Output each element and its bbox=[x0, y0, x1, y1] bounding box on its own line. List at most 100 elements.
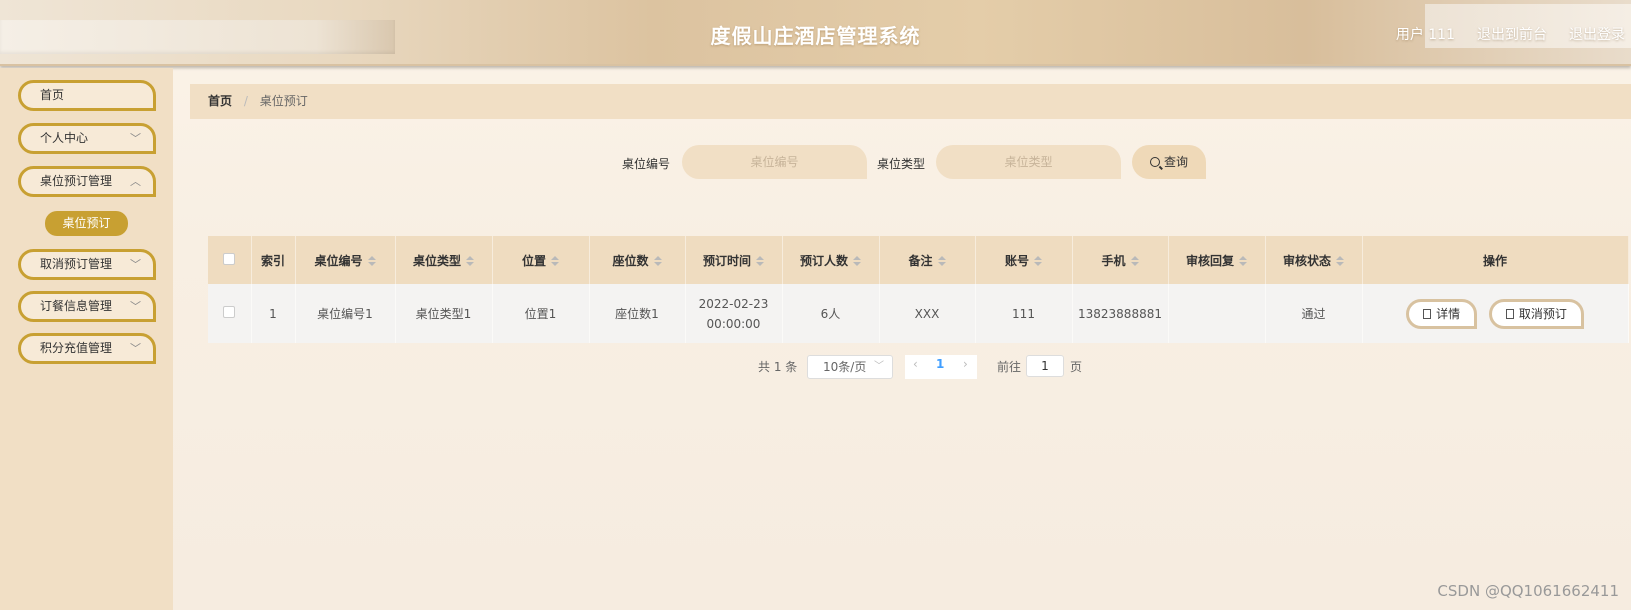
chevron-down-icon: ﹀ bbox=[130, 300, 141, 313]
user-name: 用户 111 bbox=[1395, 27, 1455, 43]
sort-icon[interactable] bbox=[551, 256, 559, 266]
col-header-label: 桌位类型 bbox=[412, 253, 461, 268]
sort-icon[interactable] bbox=[1336, 256, 1344, 266]
page-unit-label: 页 bbox=[1070, 360, 1083, 374]
col-header-label: 审核回复 bbox=[1185, 253, 1234, 268]
breadcrumb: 首页 / 桌位预订 bbox=[190, 84, 1631, 119]
col-header-reply[interactable]: 审核回复 bbox=[1168, 236, 1266, 284]
search-icon bbox=[1149, 157, 1160, 167]
header-links: 用户 111 退出到前台 退出登录 bbox=[1396, 24, 1625, 44]
cancel-booking-button[interactable]: 取消预订 bbox=[1488, 298, 1584, 329]
sidebar-item-label: 取消预订管理 bbox=[40, 257, 113, 271]
col-header-label: 座位数 bbox=[612, 253, 649, 268]
col-header-label: 账号 bbox=[1004, 253, 1029, 268]
select-all-checkbox[interactable] bbox=[223, 252, 236, 265]
booking-table: 索引 桌位编号 桌位类型 位置 座位数 预订时间 预订人数 备注 账号 手机 审… bbox=[208, 236, 1629, 343]
sidebar-item-cancel-booking[interactable]: 取消预订管理 ﹀ bbox=[18, 249, 156, 280]
col-header-label: 备注 bbox=[908, 253, 933, 268]
sort-icon[interactable] bbox=[937, 256, 946, 266]
cell-people: 6人 bbox=[782, 284, 880, 343]
sort-icon[interactable] bbox=[756, 256, 764, 266]
page-size-select[interactable]: 10条/页 ﹀ bbox=[807, 355, 893, 379]
prev-page-icon[interactable]: ‹ bbox=[913, 357, 918, 371]
cell-account: 111 bbox=[975, 284, 1073, 343]
col-header-people[interactable]: 预订人数 bbox=[782, 236, 880, 284]
col-header-position[interactable]: 位置 bbox=[492, 236, 590, 284]
col-header-label: 审核状态 bbox=[1282, 253, 1331, 268]
logout-link[interactable]: 退出登录 bbox=[1569, 24, 1625, 44]
chevron-down-icon: ﹀ bbox=[874, 361, 884, 372]
goto-page-input[interactable]: 1 bbox=[1026, 355, 1064, 377]
col-header-table-type[interactable]: 桌位类型 bbox=[395, 236, 493, 284]
col-header-status[interactable]: 审核状态 bbox=[1265, 236, 1363, 284]
sort-icon[interactable] bbox=[466, 256, 474, 266]
cell-phone: 13823888881 bbox=[1072, 284, 1169, 343]
col-header-time[interactable]: 预订时间 bbox=[685, 236, 783, 284]
col-header-label: 桌位编号 bbox=[314, 253, 363, 268]
sidebar-item-label: 首页 bbox=[40, 88, 65, 102]
col-header-label: 预订时间 bbox=[702, 253, 751, 268]
document-icon bbox=[1505, 308, 1514, 319]
col-header-label: 预订人数 bbox=[799, 253, 848, 268]
col-header-label: 手机 bbox=[1101, 253, 1126, 268]
breadcrumb-current: 桌位预订 bbox=[259, 94, 308, 108]
cell-actions: 详情 取消预订 bbox=[1362, 284, 1629, 343]
goto-label: 前往 bbox=[997, 360, 1022, 374]
table-header-row: 索引 桌位编号 桌位类型 位置 座位数 预订时间 预订人数 备注 账号 手机 审… bbox=[208, 236, 1629, 284]
sort-icon[interactable] bbox=[853, 256, 861, 266]
query-button-label: 查询 bbox=[1163, 155, 1188, 169]
col-header-remark[interactable]: 备注 bbox=[879, 236, 976, 284]
page-size-value: 10条/页 bbox=[823, 360, 867, 374]
next-page-icon[interactable]: › bbox=[963, 357, 968, 371]
detail-button[interactable]: 详情 bbox=[1406, 298, 1478, 329]
sidebar-item-label: 积分充值管理 bbox=[40, 341, 113, 355]
cell-status: 通过 bbox=[1265, 284, 1363, 343]
col-header-label: 位置 bbox=[521, 253, 546, 268]
table-type-input[interactable] bbox=[936, 145, 1121, 179]
cell-remark: XXX bbox=[879, 284, 976, 343]
sort-icon[interactable] bbox=[1130, 256, 1139, 266]
col-header-seats[interactable]: 座位数 bbox=[589, 236, 686, 284]
cell-table-type: 桌位类型1 bbox=[395, 284, 493, 343]
search-bar: 桌位编号 桌位类型 查询 bbox=[0, 145, 1631, 179]
col-header-index: 索引 bbox=[251, 236, 296, 284]
cell-time: 2022-02-23 00:00:00 bbox=[685, 284, 783, 343]
page-nav: ‹ 1 › bbox=[905, 355, 977, 379]
app-title: 度假山庄酒店管理系统 bbox=[710, 24, 921, 48]
detail-button-label: 详情 bbox=[1436, 306, 1461, 321]
exit-front-link[interactable]: 退出到前台 bbox=[1477, 24, 1547, 44]
col-header-table-no[interactable]: 桌位编号 bbox=[295, 236, 396, 284]
cell-reply bbox=[1168, 284, 1266, 343]
sort-icon[interactable] bbox=[1239, 256, 1247, 266]
breadcrumb-separator: / bbox=[243, 94, 248, 108]
pagination-total: 共 1 条 bbox=[758, 360, 798, 374]
cell-seats: 座位数1 bbox=[589, 284, 686, 343]
col-header-account[interactable]: 账号 bbox=[975, 236, 1073, 284]
sidebar-item-order-info[interactable]: 订餐信息管理 ﹀ bbox=[18, 291, 156, 322]
sort-icon[interactable] bbox=[1034, 256, 1042, 266]
sort-icon[interactable] bbox=[367, 256, 376, 266]
sort-icon[interactable] bbox=[653, 256, 662, 266]
chevron-down-icon: ﹀ bbox=[130, 258, 141, 271]
table-no-input[interactable] bbox=[682, 145, 867, 179]
page-number[interactable]: 1 bbox=[936, 357, 944, 371]
query-button[interactable]: 查询 bbox=[1132, 145, 1206, 179]
search-label-table-no: 桌位编号 bbox=[622, 157, 671, 171]
sidebar-subitem-table-booking[interactable]: 桌位预订 bbox=[45, 211, 128, 236]
table-row: 1 桌位编号1 桌位类型1 位置1 座位数1 2022-02-23 00:00:… bbox=[208, 284, 1629, 343]
col-header-actions: 操作 bbox=[1362, 236, 1629, 284]
sidebar-item-label: 个人中心 bbox=[40, 131, 89, 145]
breadcrumb-home[interactable]: 首页 bbox=[208, 94, 232, 108]
pagination: 共 1 条 10条/页 ﹀ ‹ 1 › 前往 1 页 bbox=[0, 355, 1631, 379]
select-all-cell[interactable] bbox=[208, 236, 252, 284]
search-label-table-type: 桌位类型 bbox=[877, 157, 926, 171]
top-header: 度假山庄酒店管理系统 用户 111 退出到前台 退出登录 bbox=[0, 0, 1631, 66]
col-header-phone[interactable]: 手机 bbox=[1072, 236, 1169, 284]
cell-table-no: 桌位编号1 bbox=[295, 284, 396, 343]
sidebar-item-home[interactable]: 首页 bbox=[18, 80, 156, 111]
row-checkbox[interactable] bbox=[223, 306, 236, 318]
watermark: CSDN @QQ1061662411 bbox=[1437, 582, 1619, 600]
cell-position: 位置1 bbox=[492, 284, 590, 343]
row-select-cell[interactable] bbox=[208, 284, 252, 343]
sidebar-item-label: 订餐信息管理 bbox=[40, 299, 113, 313]
